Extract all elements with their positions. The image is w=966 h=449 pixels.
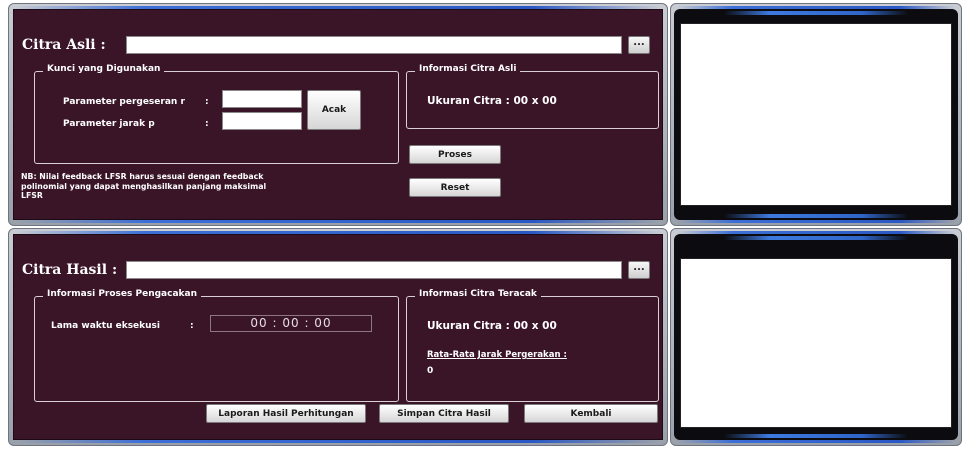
browse-original-button[interactable]: ...: [628, 36, 650, 54]
scrambled-image-size-text: Ukuran Citra : 00 x 00: [427, 320, 557, 332]
key-group-title: Kunci yang Digunakan: [43, 64, 165, 74]
save-result-button[interactable]: Simpan Citra Hasil: [379, 404, 509, 423]
scrambled-info-group-title: Informasi Citra Teracak: [415, 289, 541, 299]
result-image-title: Citra Hasil :: [22, 262, 118, 278]
original-info-group: Informasi Citra Asli Ukuran Citra : 00 x…: [406, 64, 659, 129]
process-button[interactable]: Proses: [409, 145, 501, 164]
result-image-preview: [680, 258, 952, 428]
shift-parameter-colon: :: [205, 97, 209, 107]
distance-parameter-colon: :: [205, 119, 209, 129]
lfsr-note: NB: Nilai feedback LFSR harus sesuai den…: [21, 172, 267, 200]
original-image-size-text: Ukuran Citra : 00 x 00: [427, 95, 557, 107]
distance-parameter-label: Parameter jarak p: [63, 119, 155, 129]
original-image-path-field[interactable]: [126, 36, 622, 54]
execution-time-label: Lama waktu eksekusi: [51, 321, 160, 331]
avg-distance-value: 0: [427, 366, 434, 376]
original-info-group-title: Informasi Citra Asli: [415, 64, 521, 74]
shift-parameter-input[interactable]: [222, 90, 302, 108]
scrambled-info-group: Informasi Citra Teracak Ukuran Citra : 0…: [406, 289, 659, 402]
result-image-panel: Citra Hasil : ... Informasi Proses Penga…: [13, 234, 663, 440]
original-preview-bottom-accent: [724, 214, 908, 218]
shift-parameter-label: Parameter pergeseran r: [63, 97, 185, 107]
result-preview-top-accent: [724, 236, 908, 240]
calculation-report-button[interactable]: Laporan Hasil Perhitungan: [206, 404, 366, 423]
execution-time-colon: :: [190, 321, 194, 331]
reset-button[interactable]: Reset: [409, 178, 501, 197]
avg-distance-label: Rata-Rata Jarak Pergerakan :: [427, 350, 567, 360]
original-image-title: Citra Asli :: [22, 37, 106, 53]
result-preview-bottom-accent: [724, 434, 908, 438]
original-image-panel: Citra Asli : ... Kunci yang Digunakan Pa…: [13, 9, 663, 220]
random-key-button[interactable]: Acak: [307, 90, 361, 130]
execution-time-value: 00 : 00 : 00: [210, 315, 372, 332]
original-preview-top-accent: [724, 11, 908, 15]
process-info-group-title: Informasi Proses Pengacakan: [43, 289, 201, 299]
original-image-preview: [680, 23, 952, 206]
result-image-path-field[interactable]: [126, 261, 622, 279]
back-button[interactable]: Kembali: [524, 404, 658, 423]
key-group: Kunci yang Digunakan Parameter pergesera…: [34, 64, 399, 164]
browse-result-button[interactable]: ...: [628, 261, 650, 279]
distance-parameter-input[interactable]: [222, 112, 302, 130]
process-info-group: Informasi Proses Pengacakan Lama waktu e…: [34, 289, 399, 402]
